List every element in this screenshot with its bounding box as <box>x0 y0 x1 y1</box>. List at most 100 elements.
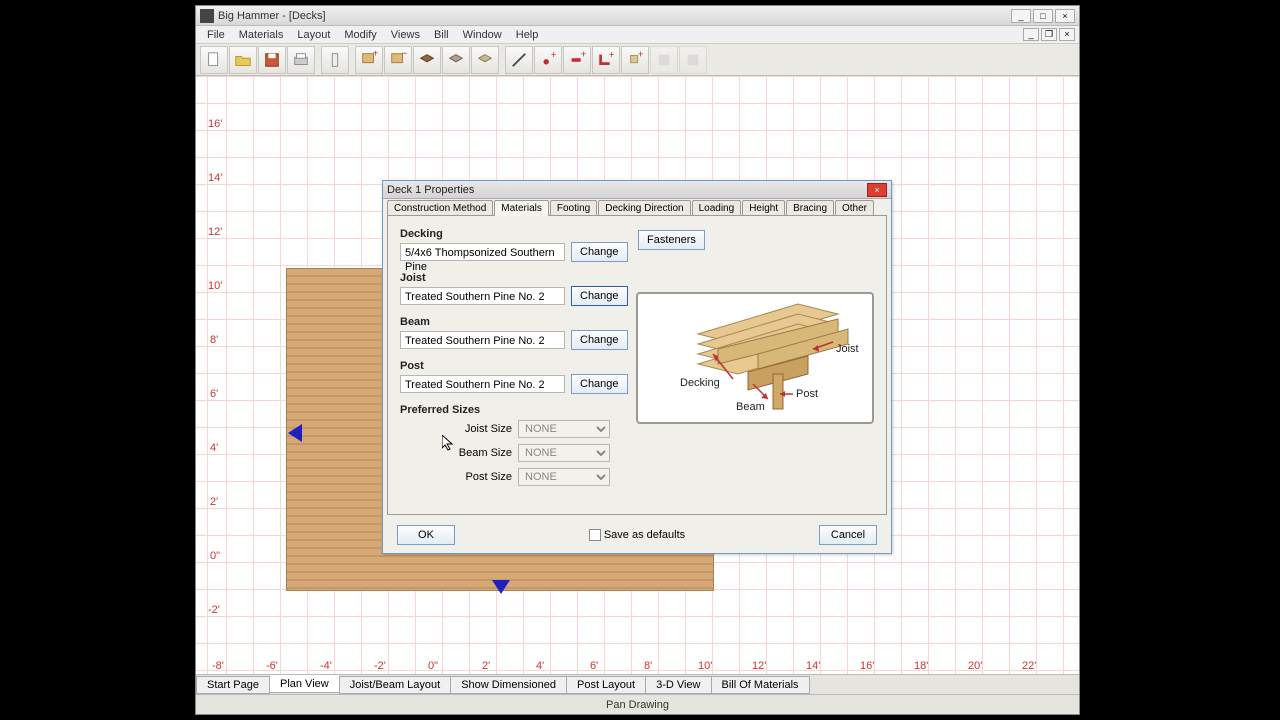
diagram-post-label: Post <box>796 388 818 400</box>
ruler-x-8: 8' <box>644 660 652 672</box>
maximize-button[interactable]: □ <box>1033 9 1053 23</box>
tab-footing[interactable]: Footing <box>550 200 597 216</box>
tab-height[interactable]: Height <box>742 200 785 216</box>
ruler-y-7: 2' <box>210 496 218 508</box>
menu-bill[interactable]: Bill <box>427 29 456 41</box>
deck-3d-icon[interactable] <box>413 46 441 74</box>
diagram-beam-label: Beam <box>736 401 765 413</box>
ok-button[interactable]: OK <box>397 525 455 545</box>
tab-post-layout[interactable]: Post Layout <box>566 676 646 694</box>
app-window: Big Hammer - [Decks] _ □ × File Material… <box>195 5 1080 715</box>
joist-label: Joist <box>400 272 874 284</box>
tab-joist-beam-layout[interactable]: Joist/Beam Layout <box>339 676 452 694</box>
minimize-button[interactable]: _ <box>1011 9 1031 23</box>
mdi-restore-button[interactable]: ❐ <box>1041 28 1057 41</box>
post-value: Treated Southern Pine No. 2 <box>400 375 565 393</box>
ruler-y-2: 12' <box>208 226 222 238</box>
add-post-icon[interactable]: + <box>621 46 649 74</box>
menu-modify[interactable]: Modify <box>337 29 383 41</box>
post-size-select[interactable]: NONE <box>518 468 610 486</box>
dialog-footer: OK Save as defaults Cancel <box>383 519 891 553</box>
mdi-minimize-button[interactable]: _ <box>1023 28 1039 41</box>
diagram-joist-label: Joist <box>836 343 859 355</box>
save-icon[interactable] <box>258 46 286 74</box>
ruler-y-4: 8' <box>210 334 218 346</box>
cancel-button[interactable]: Cancel <box>819 525 877 545</box>
joist-change-button[interactable]: Change <box>571 286 628 306</box>
ruler-x-1: -6' <box>266 660 278 672</box>
ruler-y-8: 0" <box>210 550 220 562</box>
joist-size-select[interactable]: NONE <box>518 420 610 438</box>
dialog-close-button[interactable]: × <box>867 183 887 197</box>
close-button[interactable]: × <box>1055 9 1075 23</box>
open-file-icon[interactable] <box>229 46 257 74</box>
titlebar: Big Hammer - [Decks] _ □ × <box>196 6 1079 26</box>
ruler-y-0: 16' <box>208 118 222 130</box>
menu-help[interactable]: Help <box>509 29 546 41</box>
dialog-titlebar[interactable]: Deck 1 Properties × <box>383 181 891 199</box>
canvas[interactable]: 16' 14' 12' 10' 8' 6' 4' 2' 0" -2' -8' -… <box>196 76 1079 674</box>
properties-dialog: Deck 1 Properties × Construction Method … <box>382 180 892 554</box>
disabled-tool-2-icon <box>679 46 707 74</box>
add-deck-icon[interactable]: + <box>355 46 383 74</box>
save-defaults-checkbox[interactable]: Save as defaults <box>589 529 685 541</box>
tab-bracing[interactable]: Bracing <box>786 200 834 216</box>
joist-size-label: Joist Size <box>408 423 518 435</box>
post-change-button[interactable]: Change <box>571 374 628 394</box>
remove-deck-icon[interactable]: − <box>384 46 412 74</box>
tab-show-dimensioned[interactable]: Show Dimensioned <box>450 676 567 694</box>
tab-3d-view[interactable]: 3-D View <box>645 676 711 694</box>
ruler-y-6: 4' <box>210 442 218 454</box>
deck-shade-icon[interactable] <box>442 46 470 74</box>
disabled-tool-1-icon <box>650 46 678 74</box>
tab-other[interactable]: Other <box>835 200 874 216</box>
joist-value: Treated Southern Pine No. 2 <box>400 287 565 305</box>
ruler-x-9: 10' <box>698 660 712 672</box>
svg-text:+: + <box>551 51 557 61</box>
deck-tool-icon[interactable] <box>471 46 499 74</box>
app-logo-icon <box>200 9 214 23</box>
deck-handle-down-icon[interactable] <box>492 580 510 594</box>
ruler-x-3: -2' <box>374 660 386 672</box>
ruler-y-9: -2' <box>208 604 220 616</box>
statusbar: Pan Drawing <box>196 694 1079 714</box>
menu-materials[interactable]: Materials <box>232 29 291 41</box>
tab-construction-method[interactable]: Construction Method <box>387 200 493 216</box>
ruler-y-1: 14' <box>208 172 222 184</box>
line-tool-icon[interactable] <box>505 46 533 74</box>
mdi-close-button[interactable]: × <box>1059 28 1075 41</box>
deck-handle-left-icon[interactable] <box>288 424 302 442</box>
decking-label: Decking <box>400 228 874 240</box>
beam-value: Treated Southern Pine No. 2 <box>400 331 565 349</box>
ruler-x-10: 12' <box>752 660 766 672</box>
menu-views[interactable]: Views <box>384 29 427 41</box>
svg-text:+: + <box>581 51 586 60</box>
window-title: Big Hammer - [Decks] <box>218 10 1011 22</box>
fasteners-button[interactable]: Fasteners <box>638 230 705 250</box>
add-point-icon[interactable]: + <box>534 46 562 74</box>
menu-layout[interactable]: Layout <box>290 29 337 41</box>
menu-file[interactable]: File <box>200 29 232 41</box>
post-size-label: Post Size <box>408 471 518 483</box>
tab-decking-direction[interactable]: Decking Direction <box>598 200 690 216</box>
menu-window[interactable]: Window <box>456 29 509 41</box>
add-segment-icon[interactable]: + <box>563 46 591 74</box>
add-corner-icon[interactable]: + <box>592 46 620 74</box>
ruler-x-12: 16' <box>860 660 874 672</box>
svg-text:+: + <box>609 51 615 61</box>
tab-loading[interactable]: Loading <box>692 200 742 216</box>
svg-text:+: + <box>638 51 644 60</box>
tab-start-page[interactable]: Start Page <box>196 676 270 694</box>
beam-size-select[interactable]: NONE <box>518 444 610 462</box>
beam-change-button[interactable]: Change <box>571 330 628 350</box>
save-defaults-label: Save as defaults <box>604 529 685 541</box>
new-file-icon[interactable] <box>200 46 228 74</box>
decking-change-button[interactable]: Change <box>571 242 628 262</box>
ruler-x-13: 18' <box>914 660 928 672</box>
tab-bill-of-materials[interactable]: Bill Of Materials <box>711 676 810 694</box>
tab-plan-view[interactable]: Plan View <box>269 675 340 693</box>
ruler-x-7: 6' <box>590 660 598 672</box>
tab-materials[interactable]: Materials <box>494 200 549 216</box>
wall-tool-icon[interactable] <box>321 46 349 74</box>
print-icon[interactable] <box>287 46 315 74</box>
